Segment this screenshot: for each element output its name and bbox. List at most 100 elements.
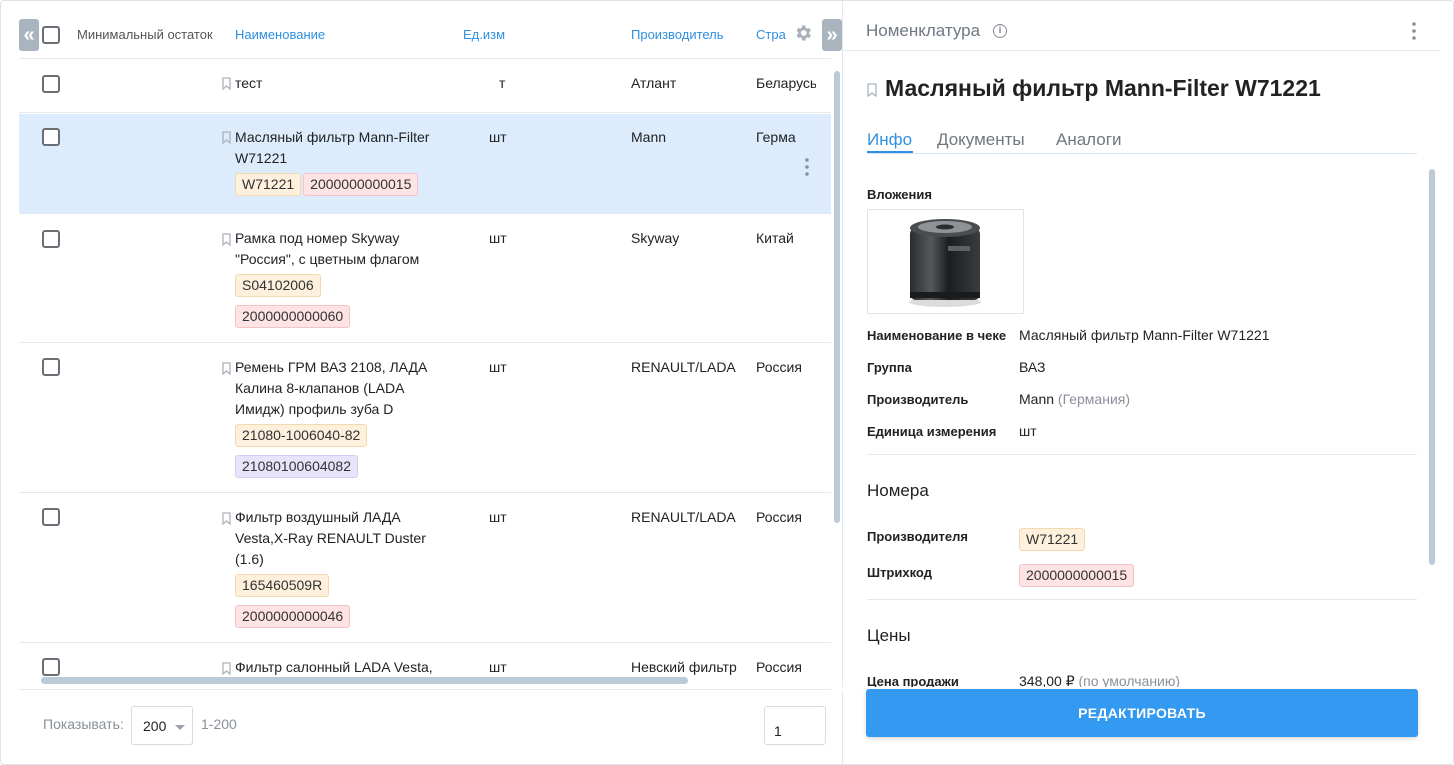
row-manufacturer: RENAULT/LADA <box>631 359 736 375</box>
barcode-tag: 2000000000015 <box>303 173 419 196</box>
row-country: Россия <box>756 359 802 375</box>
bookmark-icon[interactable] <box>222 512 231 525</box>
prices-section-title: Цены <box>867 626 911 645</box>
column-header-name[interactable]: Наименование <box>235 27 325 42</box>
column-header-country[interactable]: Стра <box>756 27 786 42</box>
table-vertical-scrollbar[interactable] <box>834 71 840 523</box>
product-title: Масляный фильтр Mann-Filter W71221 <box>885 75 1321 101</box>
barcode-tag: 2000000000060 <box>235 305 351 328</box>
page-size-value: 200 <box>143 718 167 734</box>
row-unit: шт <box>489 359 507 375</box>
row-manufacturer: Skyway <box>631 230 680 246</box>
page-size-select[interactable]: 200 <box>131 706 193 745</box>
tab-info[interactable]: Инфо <box>867 130 912 150</box>
bookmark-icon[interactable] <box>222 362 231 375</box>
attachment-thumbnail[interactable] <box>867 209 1024 314</box>
page-range: 1-200 <box>201 716 237 732</box>
row-unit: т <box>499 75 506 91</box>
footer-divider <box>19 689 831 690</box>
row-manufacturer: RENAULT/LADA <box>631 509 736 525</box>
bookmark-icon[interactable] <box>222 131 231 144</box>
table-row[interactable]: тест т Атлант Беларусь <box>19 59 831 113</box>
panel-divider <box>842 1 843 764</box>
field-value: шт <box>1019 423 1037 439</box>
row-tags: W71221 2000000000015 <box>235 173 435 204</box>
row-country: Беларусь <box>756 75 816 91</box>
column-header-min-stock[interactable]: Минимальный остаток <box>77 27 213 42</box>
expand-right-button[interactable]: » <box>822 19 842 51</box>
row-name: Фильтр воздушный ЛАДА Vesta,X-Ray RENAUL… <box>235 509 426 567</box>
field-value: Mann <box>1019 391 1055 407</box>
tab-analogs[interactable]: Аналоги <box>1056 130 1121 150</box>
row-manufacturer: Атлант <box>631 75 677 91</box>
barcode-label: Штрихкод <box>867 565 932 580</box>
bookmark-icon[interactable] <box>867 83 877 97</box>
article-tag: W71221 <box>235 173 302 196</box>
field-value: ВАЗ <box>1019 359 1046 375</box>
oil-filter-image <box>909 219 981 307</box>
details-tabs: Инфо Документы Аналоги <box>867 128 1417 154</box>
table-row[interactable]: Фильтр воздушный ЛАДА Vesta,X-Ray RENAUL… <box>19 494 831 643</box>
row-checkbox[interactable] <box>42 230 60 248</box>
row-country: Россия <box>756 659 802 675</box>
gear-icon[interactable] <box>793 23 813 43</box>
field-label: Группа <box>867 360 912 375</box>
row-name: Ремень ГРМ ВАЗ 2108, ЛАДА Калина 8-клапа… <box>235 359 428 417</box>
barcode-tag: 2000000000015 <box>1019 564 1135 587</box>
row-name: тест <box>235 75 263 91</box>
row-unit: шт <box>489 659 507 675</box>
field-value-block: Mann (Германия) <box>1019 391 1130 407</box>
page-number-input[interactable] <box>764 706 826 745</box>
row-checkbox[interactable] <box>42 75 60 93</box>
bookmark-icon[interactable] <box>222 233 231 246</box>
row-checkbox[interactable] <box>42 128 60 146</box>
table-row[interactable]: Рамка под номер Skyway "Россия", с цветн… <box>19 215 831 343</box>
barcode-tag: 2000000000046 <box>235 605 351 628</box>
field-label: Производитель <box>867 392 969 407</box>
collapse-left-button[interactable]: « <box>19 19 39 51</box>
row-unit: шт <box>489 230 507 246</box>
field-value-extra: (Германия) <box>1057 391 1131 407</box>
details-scrollbar[interactable] <box>1429 169 1435 565</box>
table-horizontal-scrollbar[interactable] <box>41 677 688 684</box>
table-row-selected[interactable]: Масляный фильтр Mann-Filter W71221 W7122… <box>19 114 831 214</box>
bookmark-icon[interactable] <box>222 662 231 675</box>
row-country: Россия <box>756 509 802 525</box>
field-value: Масляный фильтр Mann-Filter W71221 <box>1019 327 1270 343</box>
section-divider <box>867 599 1417 600</box>
panel-title: Номенклатура <box>866 21 981 40</box>
details-panel: Номенклатура i Масляный фильтр Mann-Filt… <box>842 1 1453 764</box>
article-tag: 21080-1006040-82 <box>235 424 368 447</box>
code-tag: 21080100604082 <box>235 455 359 478</box>
tab-documents[interactable]: Документы <box>937 130 1025 150</box>
article-tag: 165460509R <box>235 574 330 597</box>
section-divider <box>867 454 1417 455</box>
row-unit: шт <box>489 509 507 525</box>
row-unit: шт <box>489 129 507 145</box>
row-country: Китай <box>756 230 794 246</box>
manufacturer-number-tag: W71221 <box>1019 528 1086 551</box>
select-all-checkbox[interactable] <box>42 26 60 44</box>
row-manufacturer: Невский фильтр <box>631 659 737 675</box>
table-row[interactable]: Ремень ГРМ ВАЗ 2108, ЛАДА Калина 8-клапа… <box>19 344 831 493</box>
row-tags: 21080-1006040-82 21080100604082 <box>235 424 435 486</box>
row-checkbox[interactable] <box>42 508 60 526</box>
row-name: Рамка под номер Skyway "Россия", с цветн… <box>235 230 420 267</box>
bookmark-icon[interactable] <box>222 77 231 90</box>
row-tags: S04102006 2000000000060 <box>235 274 435 336</box>
row-name-block: Ремень ГРМ ВАЗ 2108, ЛАДА Калина 8-клапа… <box>235 357 435 486</box>
row-name-block: Рамка под номер Skyway "Россия", с цветн… <box>235 228 435 336</box>
panel-more-icon[interactable] <box>1412 22 1416 40</box>
article-tag: S04102006 <box>235 274 321 297</box>
row-checkbox[interactable] <box>42 358 60 376</box>
row-checkbox[interactable] <box>42 658 60 676</box>
row-more-icon[interactable] <box>805 158 809 176</box>
field-label: Единица измерения <box>867 424 997 439</box>
row-manufacturer: Mann <box>631 129 667 145</box>
app-frame: « Минимальный остаток Наименование Ед.из… <box>0 0 1454 765</box>
column-header-unit[interactable]: Ед.изм <box>463 27 505 42</box>
page-size-label: Показывать: <box>43 716 124 732</box>
info-icon[interactable]: i <box>993 24 1007 38</box>
column-header-manufacturer[interactable]: Производитель <box>631 27 724 42</box>
edit-button[interactable]: РЕДАКТИРОВАТЬ <box>866 689 1418 737</box>
